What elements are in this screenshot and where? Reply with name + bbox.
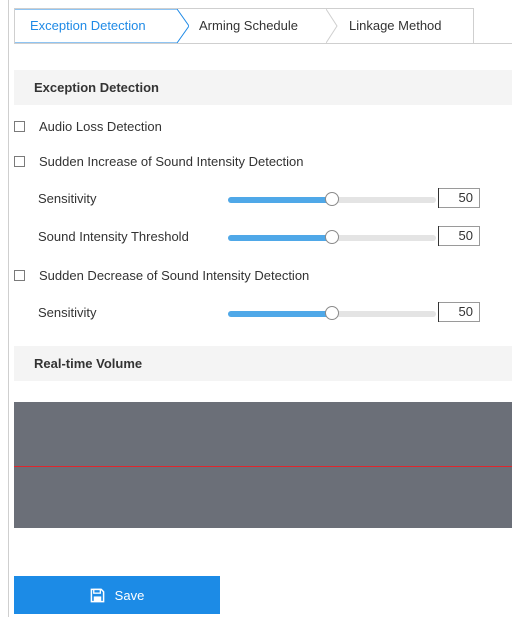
audio-loss-label: Audio Loss Detection <box>39 118 162 134</box>
section-header-realtime-volume: Real-time Volume <box>14 346 512 381</box>
intensity-threshold-slider[interactable] <box>228 230 436 244</box>
sudden-increase-checkbox[interactable] <box>14 155 25 167</box>
tab-baseline <box>472 43 512 44</box>
save-button-label: Save <box>114 587 145 603</box>
audio-loss-checkbox[interactable] <box>14 120 25 132</box>
intensity-threshold-label: Sound Intensity Threshold <box>38 229 189 244</box>
tab-bar: Exception Detection Arming Schedule Link… <box>14 8 474 44</box>
increase-sensitivity-row: Sensitivity 50 <box>14 188 494 210</box>
intensity-threshold-row: Sound Intensity Threshold 50 <box>14 226 494 248</box>
tab-linkage-method[interactable]: Linkage Method <box>349 9 442 43</box>
decrease-sensitivity-label: Sensitivity <box>38 305 97 320</box>
sudden-decrease-checkbox[interactable] <box>14 269 25 281</box>
intensity-threshold-value[interactable]: 50 <box>438 226 480 246</box>
increase-sensitivity-slider[interactable] <box>228 192 436 206</box>
slider-fill <box>228 311 332 317</box>
sudden-increase-row: Sudden Increase of Sound Intensity Detec… <box>14 151 304 171</box>
slider-handle[interactable] <box>325 192 339 206</box>
slider-fill <box>228 235 332 241</box>
audio-loss-row: Audio Loss Detection <box>14 116 162 136</box>
slider-handle[interactable] <box>325 306 339 320</box>
sudden-decrease-label: Sudden Decrease of Sound Intensity Detec… <box>39 267 310 283</box>
decrease-sensitivity-slider[interactable] <box>228 306 436 320</box>
increase-sensitivity-label: Sensitivity <box>38 191 97 206</box>
tab-exception-detection[interactable]: Exception Detection <box>30 9 146 43</box>
slider-fill <box>228 197 332 203</box>
save-button[interactable]: Save <box>14 576 220 614</box>
volume-threshold-line <box>14 466 512 467</box>
section-header-exception-detection: Exception Detection <box>14 70 512 105</box>
decrease-sensitivity-value[interactable]: 50 <box>438 302 480 322</box>
left-border <box>8 0 9 617</box>
sudden-decrease-row: Sudden Decrease of Sound Intensity Detec… <box>14 265 309 285</box>
sudden-increase-label: Sudden Increase of Sound Intensity Detec… <box>39 153 304 169</box>
save-icon <box>90 588 105 602</box>
realtime-volume-display <box>14 402 512 528</box>
tab-arming-schedule[interactable]: Arming Schedule <box>199 9 298 43</box>
increase-sensitivity-value[interactable]: 50 <box>438 188 480 208</box>
decrease-sensitivity-row: Sensitivity 50 <box>14 302 494 324</box>
slider-handle[interactable] <box>325 230 339 244</box>
tab-separator <box>326 9 338 43</box>
